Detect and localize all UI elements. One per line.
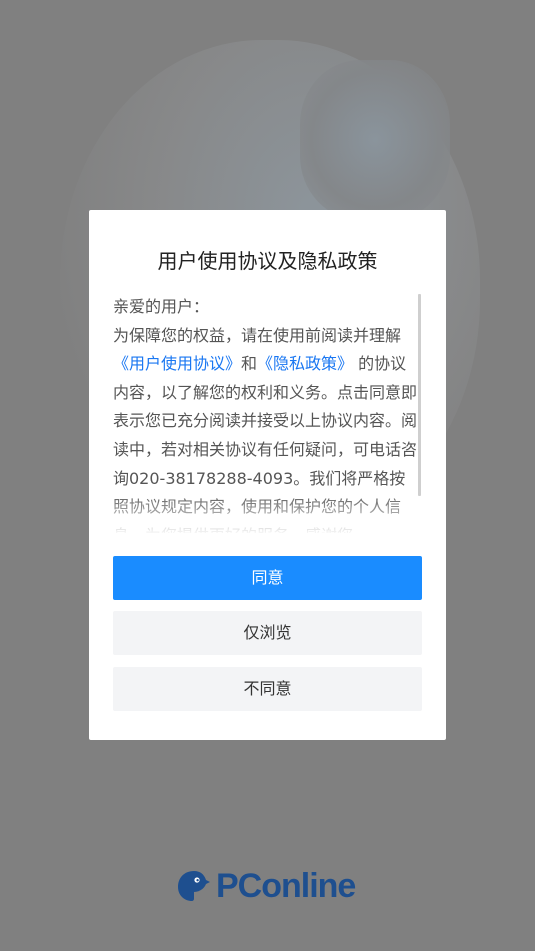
intro-text: 为保障您的权益，请在使用前阅读并理解 (113, 325, 402, 345)
privacy-agreement-dialog: 用户使用协议及隐私政策 亲爱的用户： 为保障您的权益，请在使用前阅读并理解《用户… (89, 210, 446, 740)
agreement-paragraph: 为保障您的权益，请在使用前阅读并理解《用户使用协议》和《隐私政策》 的协议内容，… (113, 322, 418, 533)
disagree-button[interactable]: 不同意 (113, 667, 422, 711)
terms-link[interactable]: 《用户使用协议》 (113, 354, 241, 373)
content-scrollbar[interactable] (418, 294, 421, 496)
browse-only-button[interactable]: 仅浏览 (113, 611, 422, 655)
splash-illustration-highlight (300, 60, 450, 220)
privacy-policy-link[interactable]: 《隐私政策》 (257, 354, 353, 373)
agreement-content[interactable]: 亲爱的用户： 为保障您的权益，请在使用前阅读并理解《用户使用协议》和《隐私政策》… (113, 293, 418, 533)
pconline-bird-icon (176, 868, 212, 904)
brand-logo: PConline (176, 866, 356, 906)
body-text: 的协议内容，以了解您的权利和义务。点击同意即表示您已充分阅读并接受以上协议内容。… (113, 354, 418, 533)
and-text: 和 (241, 354, 258, 374)
dialog-title: 用户使用协议及隐私政策 (157, 249, 378, 273)
brand-name: PConline (216, 866, 356, 905)
greeting-text: 亲爱的用户： (113, 297, 210, 316)
agree-button[interactable]: 同意 (113, 556, 422, 600)
